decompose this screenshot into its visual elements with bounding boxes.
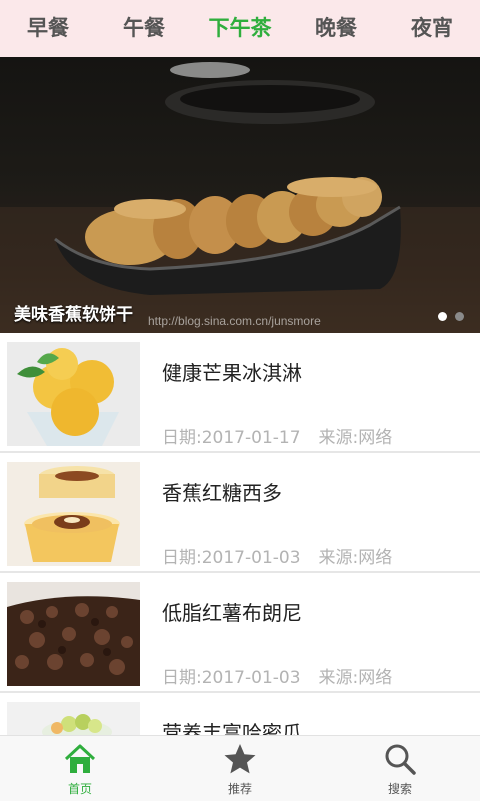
list-item[interactable]: 香蕉红糖西多 日期:2017-01-03 来源:网络	[0, 453, 480, 573]
tab-breakfast[interactable]: 早餐	[0, 0, 96, 57]
article-meta: 日期:2017-01-17 来源:网络	[162, 423, 392, 448]
list-item[interactable]: 健康芒果冰淇淋 日期:2017-01-17 来源:网络	[0, 333, 480, 453]
tab-late-night[interactable]: 夜宵	[384, 0, 480, 57]
banner-caption: 美味香蕉软饼干	[14, 305, 133, 325]
article-date: 日期:2017-01-03	[162, 548, 301, 568]
nav-recommend-label: 推荐	[227, 782, 252, 796]
nav-home-label: 首页	[67, 782, 92, 796]
carousel-dot[interactable]	[455, 312, 464, 321]
banner-carousel[interactable]: http://blog.sina.com.cn/junsmore 美味香蕉软饼干	[0, 57, 480, 333]
article-source: 来源:网络	[318, 668, 393, 688]
nav-home[interactable]: 首页	[0, 736, 160, 801]
list-item[interactable]: 低脂红薯布朗尼 日期:2017-01-03 来源:网络	[0, 573, 480, 693]
article-list: 健康芒果冰淇淋 日期:2017-01-17 来源:网络 香蕉红糖西多 日期:201…	[0, 333, 480, 735]
mango-ice-cream-image	[7, 342, 140, 446]
article-title: 健康芒果冰淇淋	[162, 361, 302, 385]
home-icon	[64, 744, 96, 773]
carousel-dot-active[interactable]	[438, 312, 447, 321]
article-title: 低脂红薯布朗尼	[162, 601, 302, 625]
bottom-navigation: 首页 推荐 搜索	[0, 735, 480, 801]
banana-pudding-image	[7, 462, 140, 566]
melon-image	[7, 702, 140, 735]
brownie-image	[7, 582, 140, 686]
article-title: 营养丰富哈密瓜	[162, 721, 302, 735]
list-item[interactable]: 营养丰富哈密瓜	[0, 693, 480, 735]
banner-cookie-image: http://blog.sina.com.cn/junsmore	[0, 62, 480, 333]
tab-dinner[interactable]: 晚餐	[288, 0, 384, 57]
nav-search-label: 搜索	[387, 782, 412, 796]
article-title: 香蕉红糖西多	[162, 481, 282, 505]
article-meta: 日期:2017-01-03 来源:网络	[162, 663, 392, 688]
category-tabs: 早餐 午餐 下午茶 晚餐 夜宵	[0, 0, 480, 57]
article-source: 来源:网络	[318, 428, 393, 448]
star-icon	[224, 744, 256, 774]
nav-recommend[interactable]: 推荐	[160, 736, 320, 801]
tab-lunch[interactable]: 午餐	[96, 0, 192, 57]
carousel-indicator	[438, 312, 464, 321]
nav-search[interactable]: 搜索	[320, 736, 480, 801]
article-meta: 日期:2017-01-03 来源:网络	[162, 543, 392, 568]
article-date: 日期:2017-01-17	[162, 428, 301, 448]
article-date: 日期:2017-01-03	[162, 668, 301, 688]
search-icon	[385, 744, 416, 775]
banner-watermark: http://blog.sina.com.cn/junsmore	[148, 314, 321, 328]
tab-afternoon-tea[interactable]: 下午茶	[192, 0, 288, 57]
article-source: 来源:网络	[318, 548, 393, 568]
